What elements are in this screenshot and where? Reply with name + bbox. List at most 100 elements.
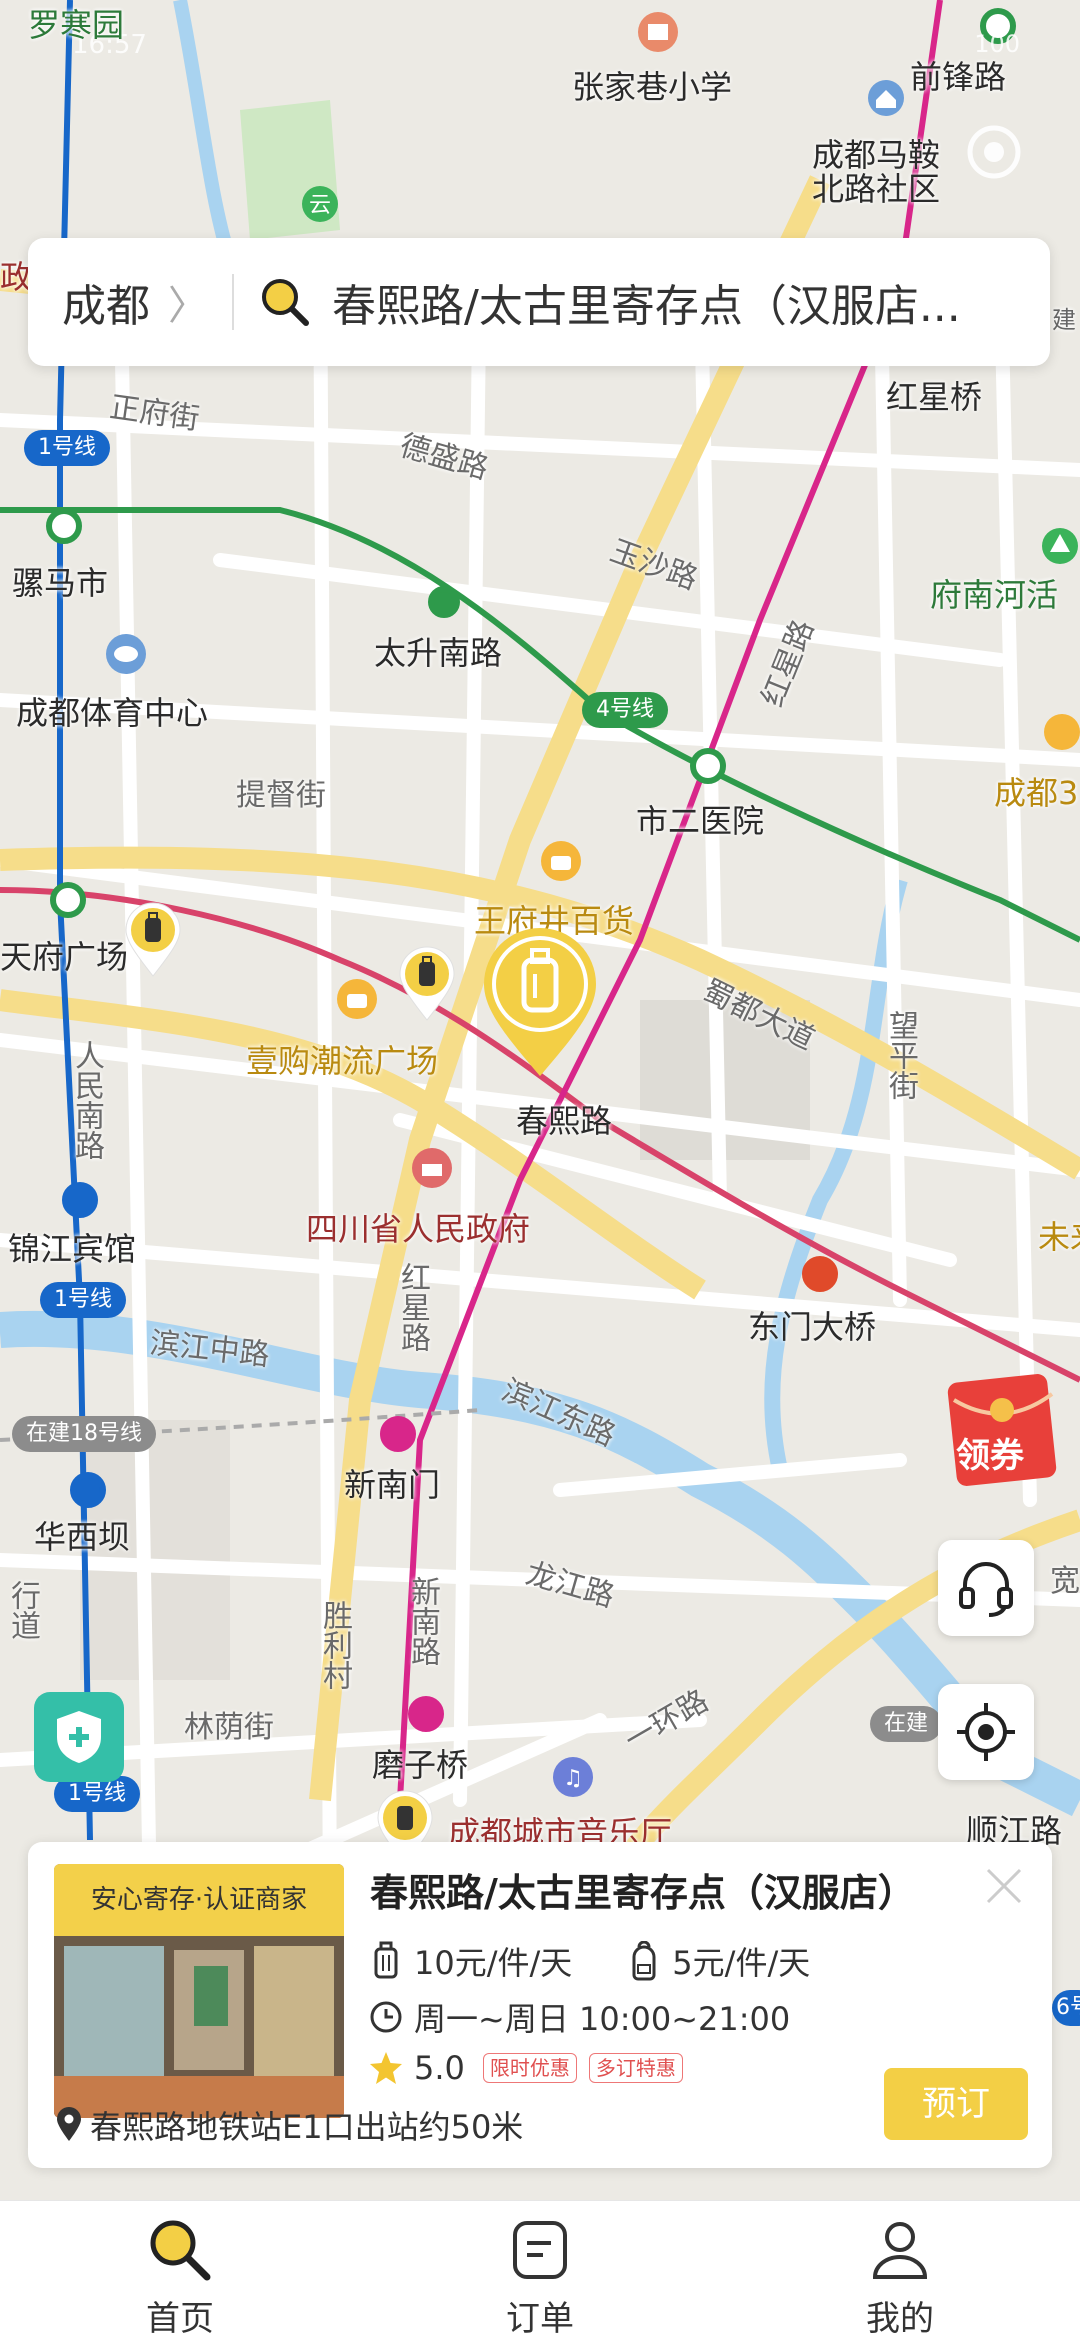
shield-icon [57, 1711, 101, 1763]
metro-line-badge: 6号 [1052, 1990, 1080, 2026]
store-card[interactable]: 安心寄存·认证商家 春熙路/太古里寄存点（汉服店） 10元/件/天 5元/件/天 [28, 1842, 1052, 2168]
map-label: 红星桥 [886, 378, 983, 416]
map-label: 成都体育中心 [16, 694, 209, 732]
metro-line-badge: 在建18号线 [12, 1416, 156, 1452]
safety-button[interactable] [34, 1692, 124, 1782]
map-label: 提督街 [236, 778, 326, 813]
map-label: 林荫街 [184, 1710, 274, 1745]
price-backpack: 5元/件/天 [672, 1944, 811, 1982]
metro-station-icon [50, 882, 86, 918]
store-image [54, 1936, 344, 2118]
community-icon [868, 80, 904, 116]
price-row: 10元/件/天 5元/件/天 [368, 1938, 810, 1984]
user-icon [872, 2222, 928, 2279]
map-label: 锦江宾馆 [8, 1230, 137, 1268]
map-label: 人民南路 [69, 1040, 104, 1160]
coupon-label: 领券 [956, 1436, 1024, 1476]
metro-station-icon [802, 1256, 838, 1292]
metro-station-icon [46, 508, 82, 544]
map-label: 望平街 [883, 1010, 918, 1100]
store-title: 春熙路/太古里寄存点（汉服店） [370, 1871, 916, 1915]
hours-row: 周一~周日 10:00~21:00 [368, 1994, 790, 2040]
target-icon[interactable] [964, 122, 1024, 182]
metro-station-icon [408, 1696, 444, 1732]
star-icon [370, 2052, 402, 2084]
metro-station-icon [62, 1182, 98, 1218]
map-label: 行道 [5, 1580, 40, 1640]
map-label: 胜利村 [317, 1600, 352, 1690]
map-label: 建 [1052, 306, 1076, 334]
shopping-icon [1044, 714, 1080, 750]
map-label: 前锋路 [910, 58, 1007, 96]
music-icon: ♫ [553, 1757, 593, 1797]
map-label: 天府广场 [0, 938, 129, 976]
price-suitcase: 10元/件/天 [414, 1944, 573, 1982]
map-label: 罗寒园 [28, 6, 125, 44]
map-label: 未来 [1038, 1218, 1080, 1256]
map-label: 在建 [870, 1706, 943, 1742]
map-label: 新南路 [405, 1576, 440, 1666]
chevron-right-icon: 〉 [168, 283, 208, 329]
map-label: 府南河活 [930, 576, 1059, 614]
location-pin-icon [57, 2107, 81, 2141]
store-address: 春熙路地铁站E1口出站约50米 [90, 2108, 524, 2146]
map-label: 骡马市 [12, 564, 109, 602]
tab-home[interactable]: 首页 [0, 2201, 360, 2340]
clock-icon [370, 2001, 402, 2033]
rating-value: 5.0 [414, 2049, 465, 2087]
headset-icon [959, 1562, 1013, 1617]
search-input[interactable]: 春熙路/太古里寄存点（汉服店... [332, 270, 1050, 334]
promo-tag: 多订特惠 [588, 2053, 683, 2083]
city-name: 成都 [62, 281, 150, 332]
suitcase-icon [374, 1941, 398, 1979]
search-bar[interactable]: 成都 〉 春熙路/太古里寄存点（汉服店... [28, 238, 1050, 366]
address-row: 春熙路地铁站E1口出站约50米 [54, 2102, 523, 2148]
metro-station-icon [380, 1416, 416, 1452]
tab-profile[interactable]: 我的 [720, 2201, 1080, 2340]
book-button[interactable]: 预订 [884, 2068, 1028, 2140]
divider [232, 274, 234, 330]
search-icon [262, 279, 309, 326]
school-icon [638, 12, 678, 52]
map-label: 市二医院 [636, 802, 765, 840]
tab-label: 订单 [506, 2299, 574, 2339]
coupon-button[interactable]: 领券 [944, 1370, 1064, 1488]
map-label: 春熙路 [516, 1102, 613, 1140]
map-label: 新南门 [344, 1466, 441, 1504]
map-label: 宽 [1050, 1564, 1080, 1599]
metro-line-badge: 4号线 [582, 692, 668, 728]
locate-icon [957, 1703, 1015, 1761]
shopping-icon [337, 979, 377, 1019]
bottom-tab-bar: 首页 订单 我的 [0, 2200, 1080, 2340]
selected-storage-pin[interactable] [480, 928, 600, 1078]
park-icon: 云 [302, 186, 338, 222]
map-label: 东门大桥 [748, 1308, 877, 1346]
order-list-icon [513, 2221, 567, 2279]
map-label: 四川省人民政府 [306, 1210, 531, 1248]
metro-line-badge: 1号线 [40, 1282, 126, 1318]
locate-me-button[interactable] [938, 1684, 1034, 1780]
map-label: 红星路 [395, 1262, 430, 1352]
promo-tag: 限时优惠 [482, 2053, 577, 2083]
search-icon [150, 2220, 211, 2281]
storage-location-pin[interactable] [124, 902, 182, 978]
customer-service-button[interactable] [938, 1540, 1034, 1636]
park-icon [1042, 528, 1078, 564]
map-label: 成都3 [994, 774, 1079, 812]
stadium-icon [106, 634, 146, 674]
metro-station-icon [428, 586, 460, 618]
metro-station-icon [70, 1472, 106, 1508]
map-label: 壹购潮流广场 [246, 1042, 439, 1080]
metro-station-icon [690, 748, 726, 784]
city-selector[interactable]: 成都 〉 [28, 238, 208, 366]
rating-row: 5.0 限时优惠 多订特惠 [368, 2048, 683, 2088]
government-icon [412, 1148, 452, 1188]
map-label: 磨子桥 [372, 1746, 469, 1784]
metro-line-badge: 1号线 [24, 430, 110, 466]
tab-orders[interactable]: 订单 [360, 2201, 720, 2340]
close-icon[interactable] [982, 1864, 1026, 1908]
storage-location-pin[interactable] [398, 946, 456, 1022]
tab-label: 首页 [146, 2299, 214, 2339]
map-label: 张家巷小学 [572, 68, 733, 106]
svg-text:云: 云 [309, 193, 331, 218]
